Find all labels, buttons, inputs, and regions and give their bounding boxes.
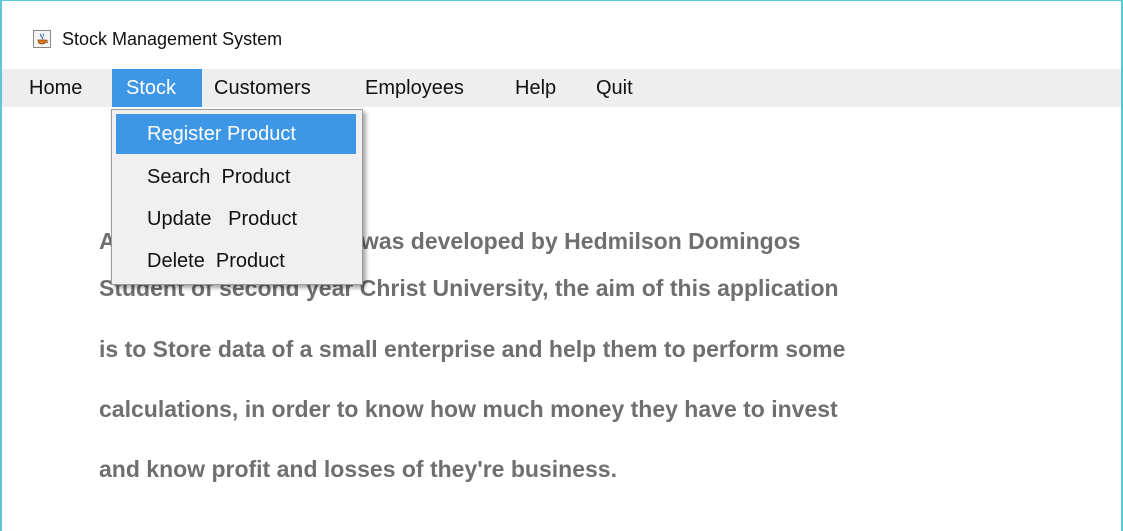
window-title: Stock Management System — [62, 29, 283, 49]
menu-item-register-product[interactable]: Register Product — [116, 114, 356, 154]
title-bar[interactable]: Stock Management System — [2, 1, 1121, 67]
about-line-5: and know profit and losses of they're bu… — [99, 456, 617, 482]
menu-stock[interactable]: Stock — [112, 69, 202, 107]
about-line-3: is to Store data of a small enterprise a… — [99, 336, 846, 362]
menu-item-delete-product[interactable]: Delete Product — [116, 241, 356, 281]
menu-home[interactable]: Home — [2, 69, 110, 107]
menu-customers[interactable]: Customers — [202, 69, 349, 107]
application-window: Stock Management System Home Stock Custo… — [0, 0, 1123, 531]
menu-bar: Home Stock Customers Employees Help Quit — [2, 69, 1121, 107]
menu-quit[interactable]: Quit — [580, 69, 650, 107]
menu-help[interactable]: Help — [501, 69, 580, 107]
java-cup-icon — [33, 30, 51, 48]
menu-item-update-product[interactable]: Update Product — [116, 199, 356, 239]
menu-employees[interactable]: Employees — [351, 69, 501, 107]
about-line-4: calculations, in order to know how much … — [99, 396, 838, 422]
stock-dropdown-menu: Register Product Search Product Update P… — [111, 109, 363, 285]
menu-item-search-product[interactable]: Search Product — [116, 157, 356, 197]
